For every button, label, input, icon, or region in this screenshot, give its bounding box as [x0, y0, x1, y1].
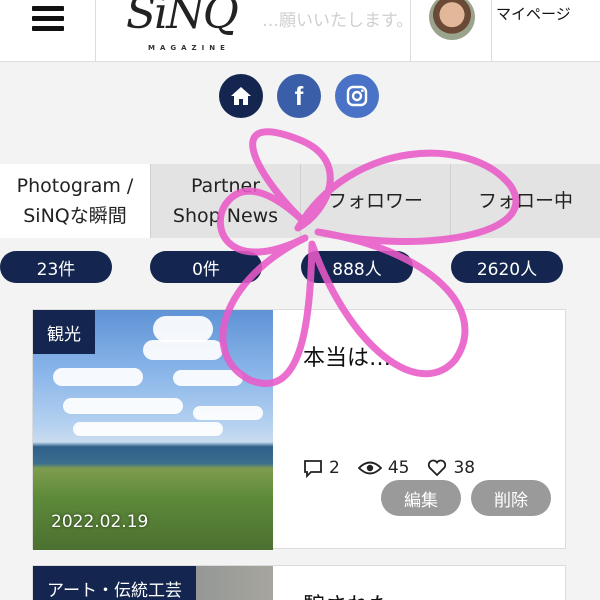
home-icon[interactable]: [219, 74, 263, 118]
avatar-button[interactable]: [410, 0, 492, 62]
like-count: 38: [453, 458, 476, 478]
post-card[interactable]: 観光 2022.02.19 本当は… 2 45 38 編集 削除: [32, 309, 566, 550]
comment-icon: [304, 460, 322, 478]
menu-icon[interactable]: [0, 0, 96, 62]
logo-text: SiNQ: [126, 0, 239, 39]
avatar: [429, 0, 475, 40]
site-logo[interactable]: SiNQ MAGAZINE: [118, 0, 268, 58]
faded-message: …願いいたします。: [262, 11, 414, 31]
tab-photogram[interactable]: Photogram / SiNQな瞬間: [0, 164, 150, 238]
tab-label: Shop News: [172, 205, 279, 227]
post-thumbnail[interactable]: 観光 2022.02.19: [33, 310, 273, 550]
delete-button[interactable]: 削除: [471, 480, 551, 516]
count-photogram[interactable]: 23件: [0, 251, 112, 283]
heart-icon[interactable]: [427, 459, 447, 477]
mypage-link[interactable]: マイページ: [496, 3, 571, 24]
tab-following[interactable]: フォロー中: [450, 164, 600, 238]
view-count: 45: [387, 458, 410, 478]
category-badge: アート・伝統工芸: [33, 566, 196, 600]
tab-partner-shop-news[interactable]: Partner Shop News: [150, 164, 300, 238]
count-partner-shop[interactable]: 0件: [150, 251, 262, 283]
facebook-icon[interactable]: f: [277, 74, 321, 118]
tab-label: フォロワー: [327, 190, 423, 212]
category-badge: 観光: [33, 310, 95, 354]
eye-icon: [357, 461, 382, 475]
tab-label: Photogram /: [16, 175, 134, 197]
post-thumbnail[interactable]: アート・伝統工芸: [33, 566, 273, 600]
edit-button[interactable]: 編集: [381, 480, 461, 516]
top-header: SiNQ MAGAZINE …願いいたします。 マイページ: [0, 0, 600, 62]
post-title[interactable]: 本当は…: [303, 340, 391, 372]
count-followers[interactable]: 888人: [301, 251, 413, 283]
tab-label: SiNQな瞬間: [23, 205, 127, 227]
post-date: 2022.02.19: [51, 512, 149, 532]
post-title[interactable]: 騙された…: [303, 588, 413, 600]
post-card[interactable]: アート・伝統工芸 騙された…: [32, 565, 566, 600]
profile-tabs: Photogram / SiNQな瞬間 Partner Shop News フォロワ…: [0, 164, 600, 238]
tab-label: Partner: [190, 175, 261, 197]
count-following[interactable]: 2620人: [451, 251, 563, 283]
tab-label: フォロー中: [477, 190, 573, 212]
tab-followers[interactable]: フォロワー: [300, 164, 450, 238]
comment-count: 2: [329, 458, 340, 478]
post-stats: 2 45 38: [303, 458, 475, 478]
logo-subtitle: MAGAZINE: [148, 44, 230, 52]
instagram-icon[interactable]: [335, 74, 379, 118]
